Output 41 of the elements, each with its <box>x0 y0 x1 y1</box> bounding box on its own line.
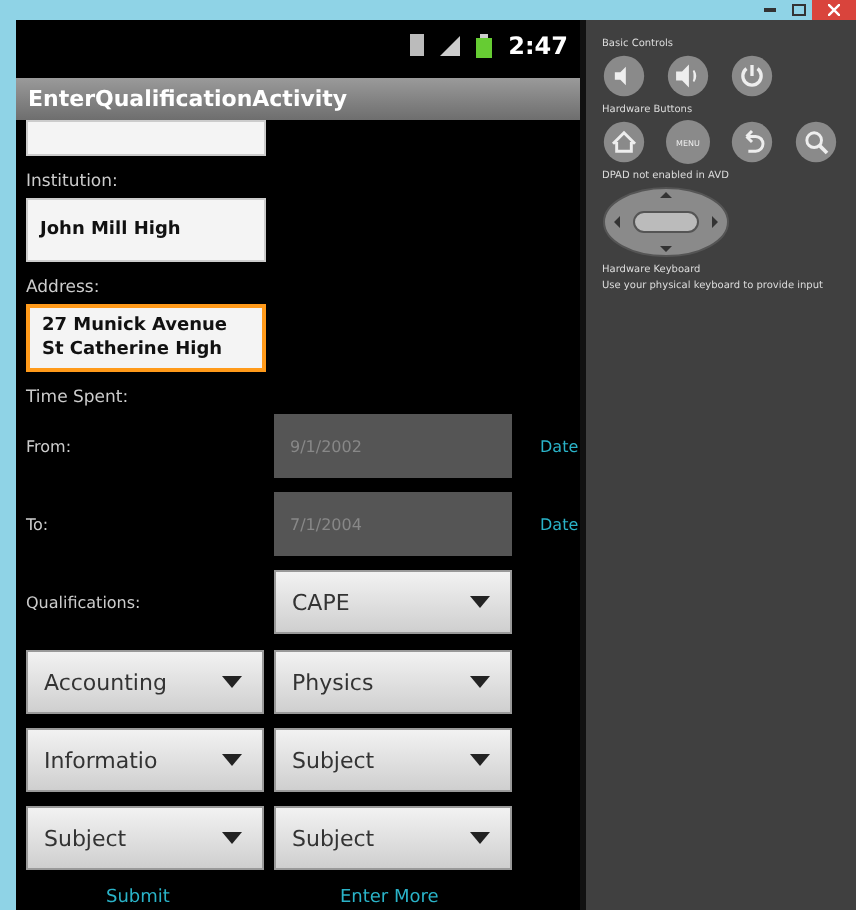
volume-down-icon[interactable] <box>602 54 646 98</box>
field-label: To: <box>26 515 51 533</box>
text-button[interactable]: Submit <box>106 884 170 910</box>
back-icon[interactable] <box>730 120 774 164</box>
dropdown-caret-icon <box>470 596 490 608</box>
dropdown-caret-icon <box>470 754 490 766</box>
dropdown-caret-icon <box>222 754 242 766</box>
battery-icon <box>476 33 493 58</box>
home-icon[interactable] <box>602 120 646 164</box>
dropdown-caret-icon <box>470 832 490 844</box>
dropdown-caret-icon <box>222 832 242 844</box>
dropdown-spinner[interactable]: CAPE <box>274 570 512 634</box>
signal-icon <box>440 35 461 56</box>
field-label: Institution: <box>26 172 120 192</box>
dropdown-spinner[interactable]: Subject <box>274 728 512 792</box>
close-button[interactable] <box>812 0 856 20</box>
dropdown-spinner[interactable]: Physics <box>274 650 512 714</box>
power-icon[interactable] <box>730 54 774 98</box>
maximize-icon <box>791 4 805 16</box>
dpad-icon[interactable] <box>602 186 730 258</box>
field-label: Time Spent: <box>26 388 131 408</box>
dropdown-spinner[interactable]: Subject <box>274 806 512 870</box>
data-transfer-icon <box>410 34 425 57</box>
text-field[interactable]: 27 Munick Avenue St Catherine High <box>26 304 266 372</box>
text-field[interactable]: John Mill High <box>26 198 266 262</box>
text-button[interactable]: Enter More <box>339 884 439 910</box>
text-field[interactable] <box>26 120 266 156</box>
status-time: 2:47 <box>508 31 568 60</box>
dropdown-caret-icon <box>222 676 242 688</box>
app-title-bar: EnterQualificationActivity <box>16 77 580 120</box>
search-icon[interactable] <box>794 120 838 164</box>
minimize-icon <box>764 8 776 12</box>
dropdown-spinner[interactable]: Accounting <box>26 650 264 714</box>
field-label: Address: <box>26 278 102 298</box>
field-label: From: <box>26 437 74 455</box>
dropdown-spinner[interactable]: Subject <box>26 806 264 870</box>
close-icon <box>828 4 840 16</box>
field-label: Qualifications: <box>26 593 143 611</box>
volume-up-icon[interactable] <box>666 54 710 98</box>
dropdown-caret-icon <box>470 676 490 688</box>
dropdown-spinner[interactable]: Informatio <box>26 728 264 792</box>
